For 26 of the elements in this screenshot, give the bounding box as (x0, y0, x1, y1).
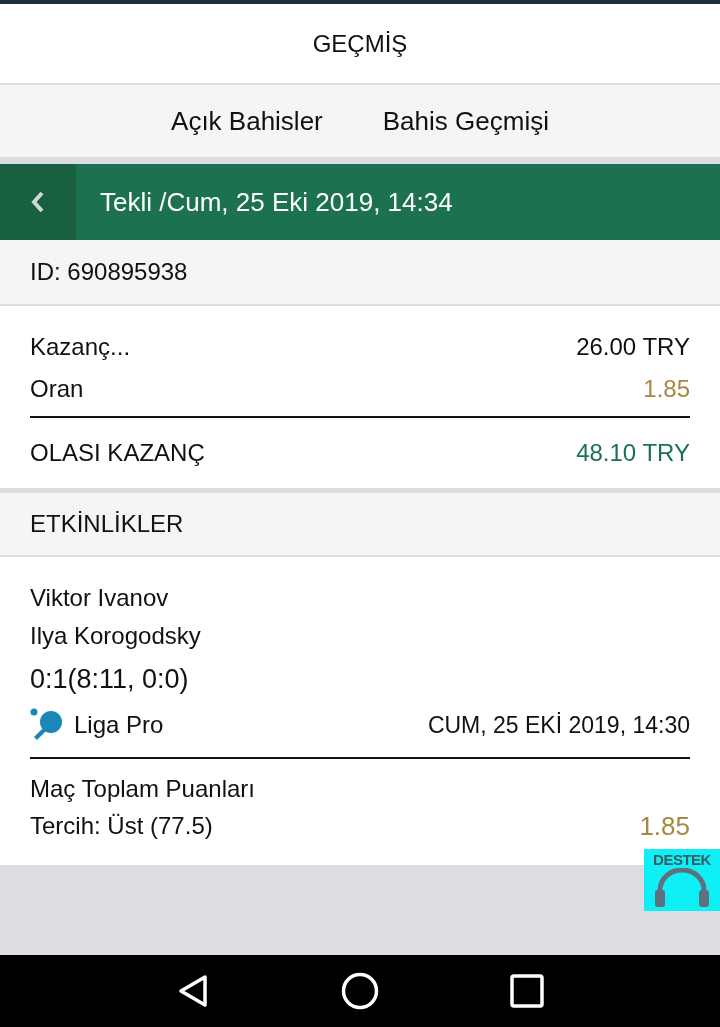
event-datetime: CUM, 25 EKİ 2019, 14:30 (427, 711, 690, 739)
player-name: Viktor Ivanov (30, 584, 169, 612)
tab[interactable]: Bahis Geçmişi (382, 97, 549, 145)
win-value: 48.10 TRY (576, 439, 690, 467)
win-label: OLASI KAZANÇ (30, 439, 205, 467)
market-name: Maç Toplam Puanları (30, 775, 255, 803)
bet-title: Tekli /Cum, 25 Eki 2019, 14:34 (100, 186, 453, 218)
tab[interactable]: Açık Bahisler (171, 97, 323, 145)
headphones-icon (652, 868, 712, 908)
chevron-left-icon (30, 190, 46, 214)
bet-id: ID: 690895938 (30, 258, 188, 286)
pick-odds: 1.85 (639, 810, 690, 842)
page-title: GEÇMİŞ (312, 29, 408, 58)
section-title: ETKİNLİKLER (30, 510, 184, 538)
score: 0:1(8:11, 0:0) (30, 663, 189, 695)
player-name: Ilya Korogodsky (30, 622, 201, 650)
pick-text: Tercih: Üst (77.5) (30, 812, 213, 840)
odds-value: 1.85 (643, 375, 690, 403)
support-button[interactable]: DESTEK (644, 849, 720, 911)
odds-label: Oran (30, 375, 84, 403)
table-tennis-icon (30, 708, 64, 742)
recents-nav-button[interactable] (509, 973, 546, 1009)
stake-value: 26.00 TRY (576, 333, 690, 361)
stake-label: Kazanç... (30, 333, 131, 361)
league-name: Liga Pro (74, 711, 164, 739)
home-nav-button[interactable] (340, 971, 380, 1011)
